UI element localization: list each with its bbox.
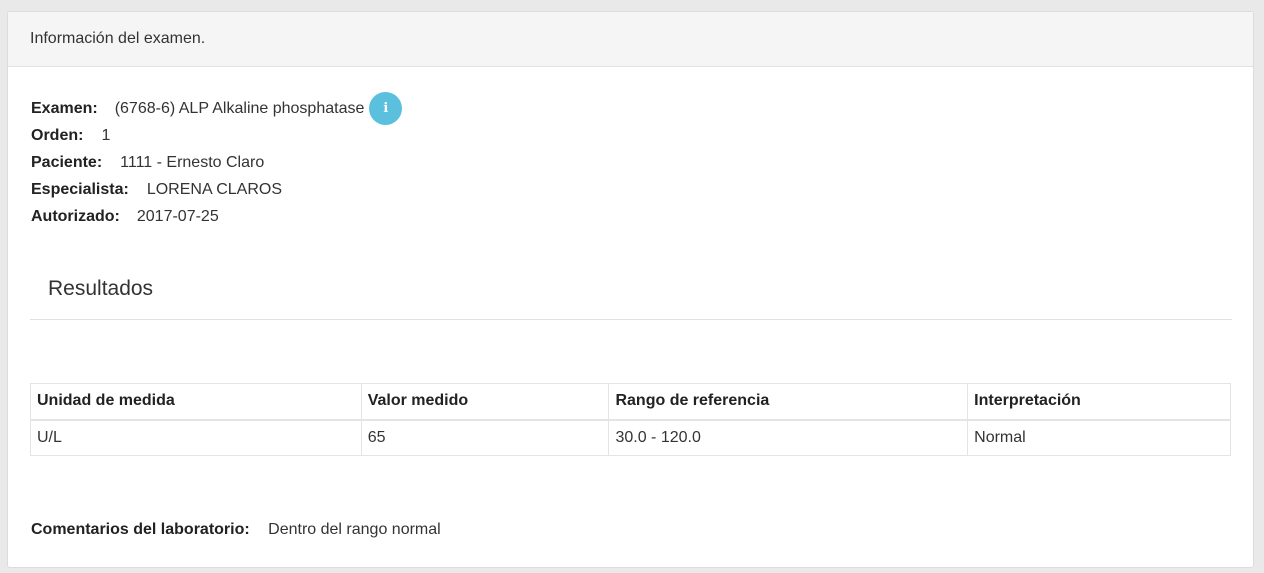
specialist-label: Especialista:: [31, 181, 129, 198]
cell-reference-range: 30.0 - 120.0: [608, 419, 969, 456]
table-header-row: Unidad de medida Valor medido Rango de r…: [30, 383, 1231, 421]
info-icon[interactable]: i: [369, 92, 403, 125]
authorized-value: 2017-07-25: [136, 208, 219, 225]
patient-value: 1111 - Ernesto Claro: [120, 154, 265, 171]
authorized-label: Autorizado:: [31, 208, 120, 225]
patient-row: Paciente: 1111 - Ernesto Claro: [31, 154, 264, 172]
results-table: Unidad de medida Valor medido Rango de r…: [30, 383, 1231, 456]
authorized-row: Autorizado: 2017-07-25: [31, 208, 219, 226]
column-header-reference-range: Rango de referencia: [608, 383, 969, 421]
exam-value: (6768-6) ALP Alkaline phosphatase: [114, 99, 365, 117]
order-row: Orden: 1: [31, 127, 110, 145]
column-header-interpretation: Interpretación: [967, 383, 1231, 421]
table-row: U/L 65 30.0 - 120.0 Normal: [30, 419, 1231, 456]
results-divider: [30, 319, 1232, 320]
lab-comments-value: Dentro del rango normal: [268, 521, 441, 538]
order-label: Orden:: [31, 127, 84, 144]
cell-value: 65: [360, 419, 610, 456]
specialist-row: Especialista: LORENA CLAROS: [31, 181, 282, 199]
specialist-value: LORENA CLAROS: [146, 181, 282, 198]
cell-unit: U/L: [30, 419, 362, 456]
panel-heading: Información del examen.: [8, 12, 1253, 67]
exam-label: Examen:: [31, 99, 98, 117]
exam-info-panel: Información del examen. Examen: (6768-6)…: [7, 11, 1254, 568]
results-title: Resultados: [48, 277, 154, 300]
column-header-unit: Unidad de medida: [30, 383, 362, 421]
order-value: 1: [101, 127, 111, 144]
lab-comments: Comentarios del laboratorio: Dentro del …: [31, 521, 441, 539]
column-header-value: Valor medido: [360, 383, 610, 421]
lab-comments-label: Comentarios del laboratorio:: [31, 521, 250, 538]
exam-row: Examen: (6768-6) ALP Alkaline phosphatas…: [31, 92, 403, 125]
patient-label: Paciente:: [31, 154, 103, 171]
cell-interpretation: Normal: [967, 419, 1231, 456]
